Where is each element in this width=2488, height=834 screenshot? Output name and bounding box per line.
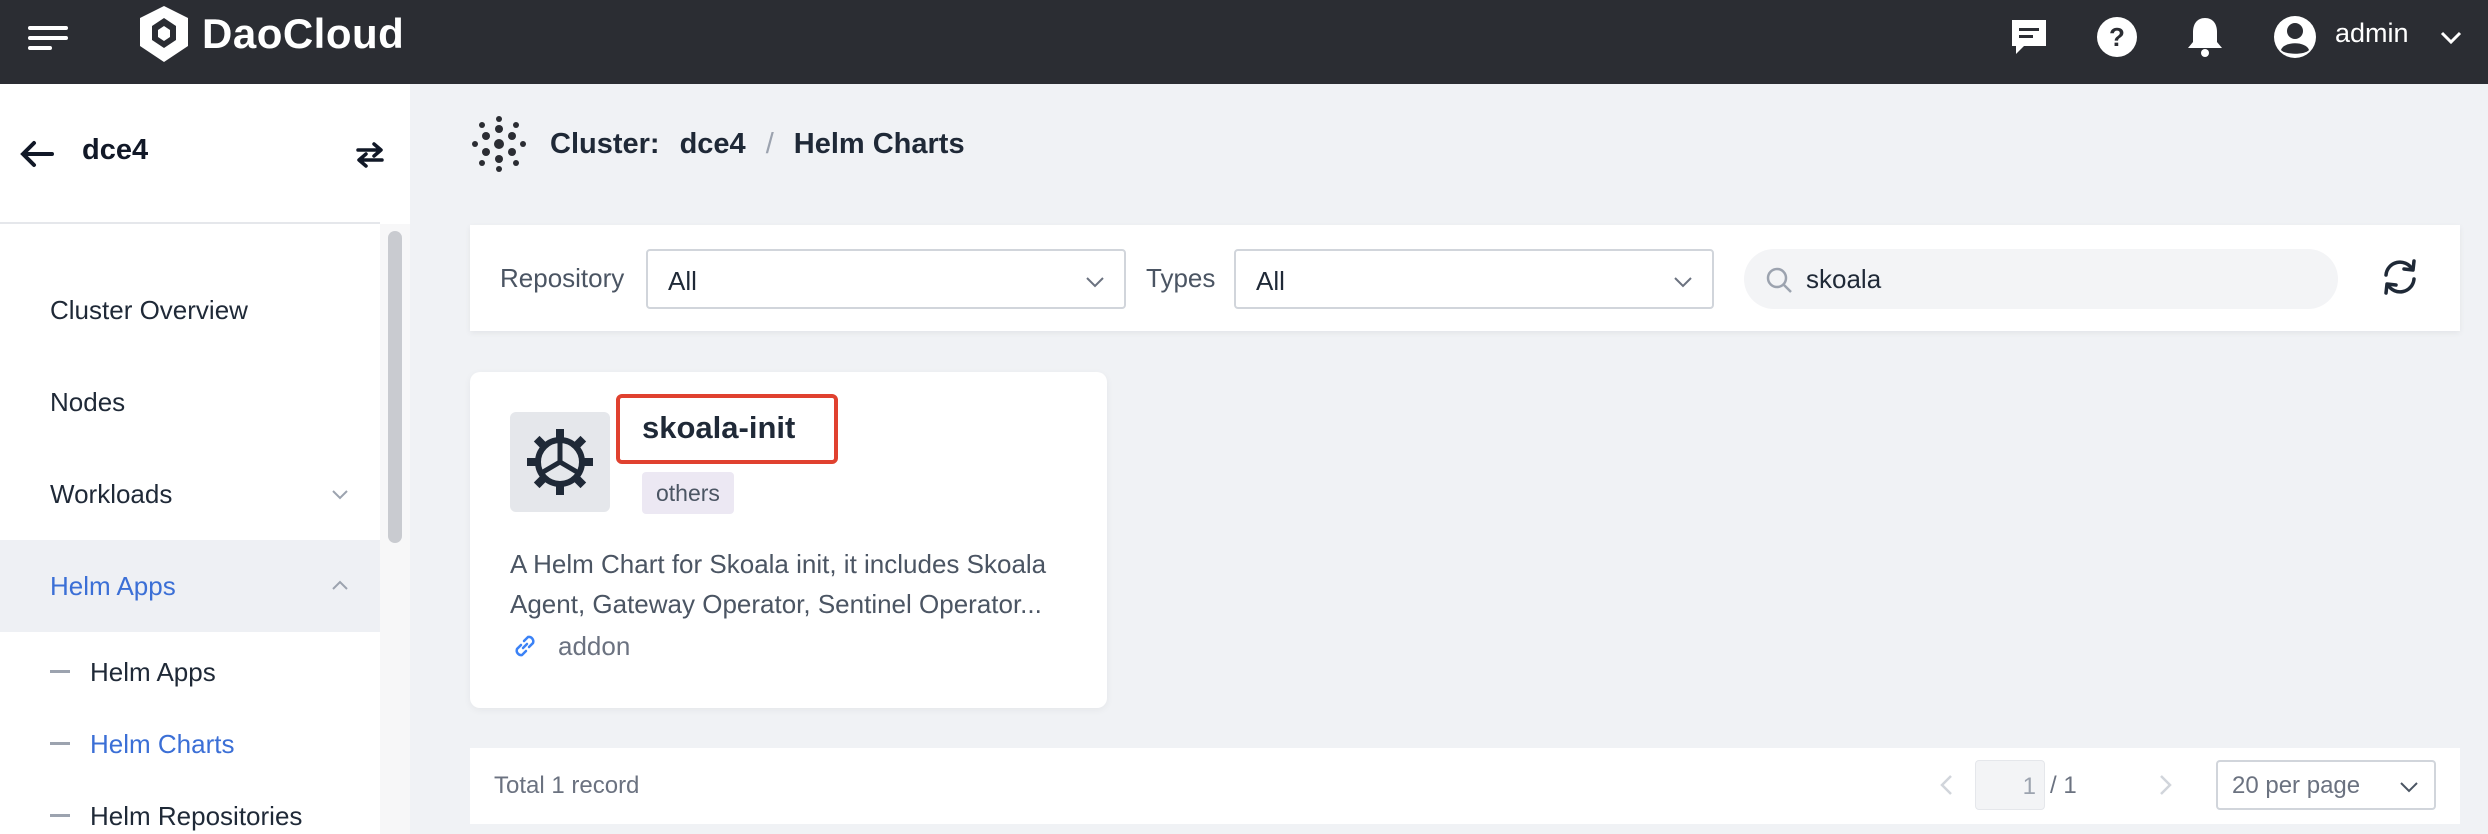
menu-icon[interactable]	[28, 20, 68, 60]
chevron-down-icon	[332, 490, 348, 500]
daocloud-logo-icon	[140, 6, 188, 62]
svg-text:?: ?	[2109, 22, 2125, 52]
dash-icon	[50, 742, 70, 745]
sidebar-subitem-label: Helm Repositories	[90, 800, 303, 831]
cluster-name: dce4	[82, 134, 149, 166]
sidebar-item-nodes[interactable]: Nodes	[0, 356, 380, 448]
total-records: Total 1 record	[494, 772, 640, 799]
repository-label: Repository	[500, 263, 625, 293]
per-page-select[interactable]: 20 per page	[2216, 760, 2436, 810]
search-value: skoala	[1806, 264, 1882, 294]
types-select[interactable]: All	[1234, 249, 1714, 309]
helm-chart-card[interactable]: skoala-init others A Helm Chart for Skoa…	[470, 372, 1107, 708]
sidebar-subitem-helm-apps[interactable]: Helm Apps	[0, 637, 380, 707]
filter-bar: Repository All Types All skoala	[470, 225, 2460, 331]
types-select-value: All	[1256, 266, 1285, 296]
breadcrumb: Cluster: dce4 / Helm Charts	[470, 114, 965, 174]
chevron-left-icon[interactable]	[1932, 770, 1962, 800]
search-input[interactable]: skoala	[1744, 249, 2338, 309]
chart-title[interactable]: skoala-init	[642, 410, 795, 446]
chevron-down-icon[interactable]	[2436, 22, 2466, 52]
cluster-icon	[472, 116, 526, 172]
per-page-value: 20 per page	[2232, 772, 2361, 799]
top-bar: DaoCloud ? admin	[0, 0, 2488, 84]
search-icon	[1766, 267, 1792, 293]
sidebar-item-helm-apps[interactable]: Helm Apps	[0, 540, 380, 632]
chart-icon-box	[510, 412, 610, 512]
bell-icon[interactable]	[2182, 14, 2228, 60]
sidebar-item-label: Cluster Overview	[50, 294, 248, 325]
page-number: 1	[2022, 773, 2036, 800]
sidebar-header: dce4	[0, 84, 410, 224]
brand-logo[interactable]: DaoCloud	[136, 4, 404, 64]
sidebar: dce4 Cluster Overview Nodes Workloads He…	[0, 84, 410, 834]
sidebar-subitem-helm-charts[interactable]: Helm Charts	[0, 709, 380, 779]
category-tag: others	[642, 472, 734, 514]
repository-select[interactable]: All	[646, 249, 1126, 309]
refresh-icon[interactable]	[2378, 255, 2422, 299]
sidebar-subitem-helm-repositories[interactable]: Helm Repositories	[0, 781, 380, 834]
message-icon[interactable]	[2006, 14, 2052, 60]
breadcrumb-label: Cluster:	[550, 127, 660, 160]
page-number-input[interactable]: 1	[1975, 760, 2045, 810]
dash-icon	[50, 814, 70, 817]
breadcrumb-current: Helm Charts	[793, 127, 965, 160]
brand-name: DaoCloud	[202, 10, 405, 57]
pagination-bar: Total 1 record 1 / 1 20 per page	[470, 748, 2460, 824]
chevron-down-icon	[1674, 277, 1692, 288]
user-name[interactable]: admin	[2335, 18, 2409, 49]
chevron-up-icon	[332, 580, 348, 590]
user-avatar-icon[interactable]	[2272, 14, 2318, 60]
gear-icon	[527, 429, 593, 495]
help-icon[interactable]: ?	[2094, 14, 2140, 60]
chevron-right-icon[interactable]	[2150, 770, 2180, 800]
sidebar-item-label: Helm Apps	[50, 570, 176, 601]
page-total: / 1	[2050, 772, 2077, 799]
sidebar-item-label: Workloads	[50, 478, 173, 509]
repo-name: addon	[558, 631, 631, 661]
breadcrumb-separator: /	[765, 127, 774, 160]
breadcrumb-cluster[interactable]: dce4	[680, 128, 746, 161]
back-arrow-icon[interactable]	[16, 134, 56, 174]
dash-icon	[50, 670, 70, 673]
switch-cluster-icon[interactable]	[352, 136, 388, 172]
sidebar-item-cluster-overview[interactable]: Cluster Overview	[0, 264, 380, 356]
sidebar-scrollbar-thumb[interactable]	[388, 231, 402, 543]
types-label: Types	[1146, 263, 1216, 293]
repository-select-value: All	[668, 266, 697, 296]
sidebar-subitem-label: Helm Apps	[90, 656, 216, 687]
chevron-down-icon	[1086, 277, 1104, 288]
chevron-down-icon	[2400, 782, 2418, 793]
sidebar-subitem-label: Helm Charts	[90, 728, 235, 759]
sidebar-item-label: Nodes	[50, 386, 126, 417]
sidebar-item-workloads[interactable]: Workloads	[0, 448, 380, 540]
sidebar-divider	[0, 222, 380, 224]
link-icon	[515, 635, 535, 657]
chart-description: A Helm Chart for Skoala init, it include…	[510, 549, 1047, 619]
